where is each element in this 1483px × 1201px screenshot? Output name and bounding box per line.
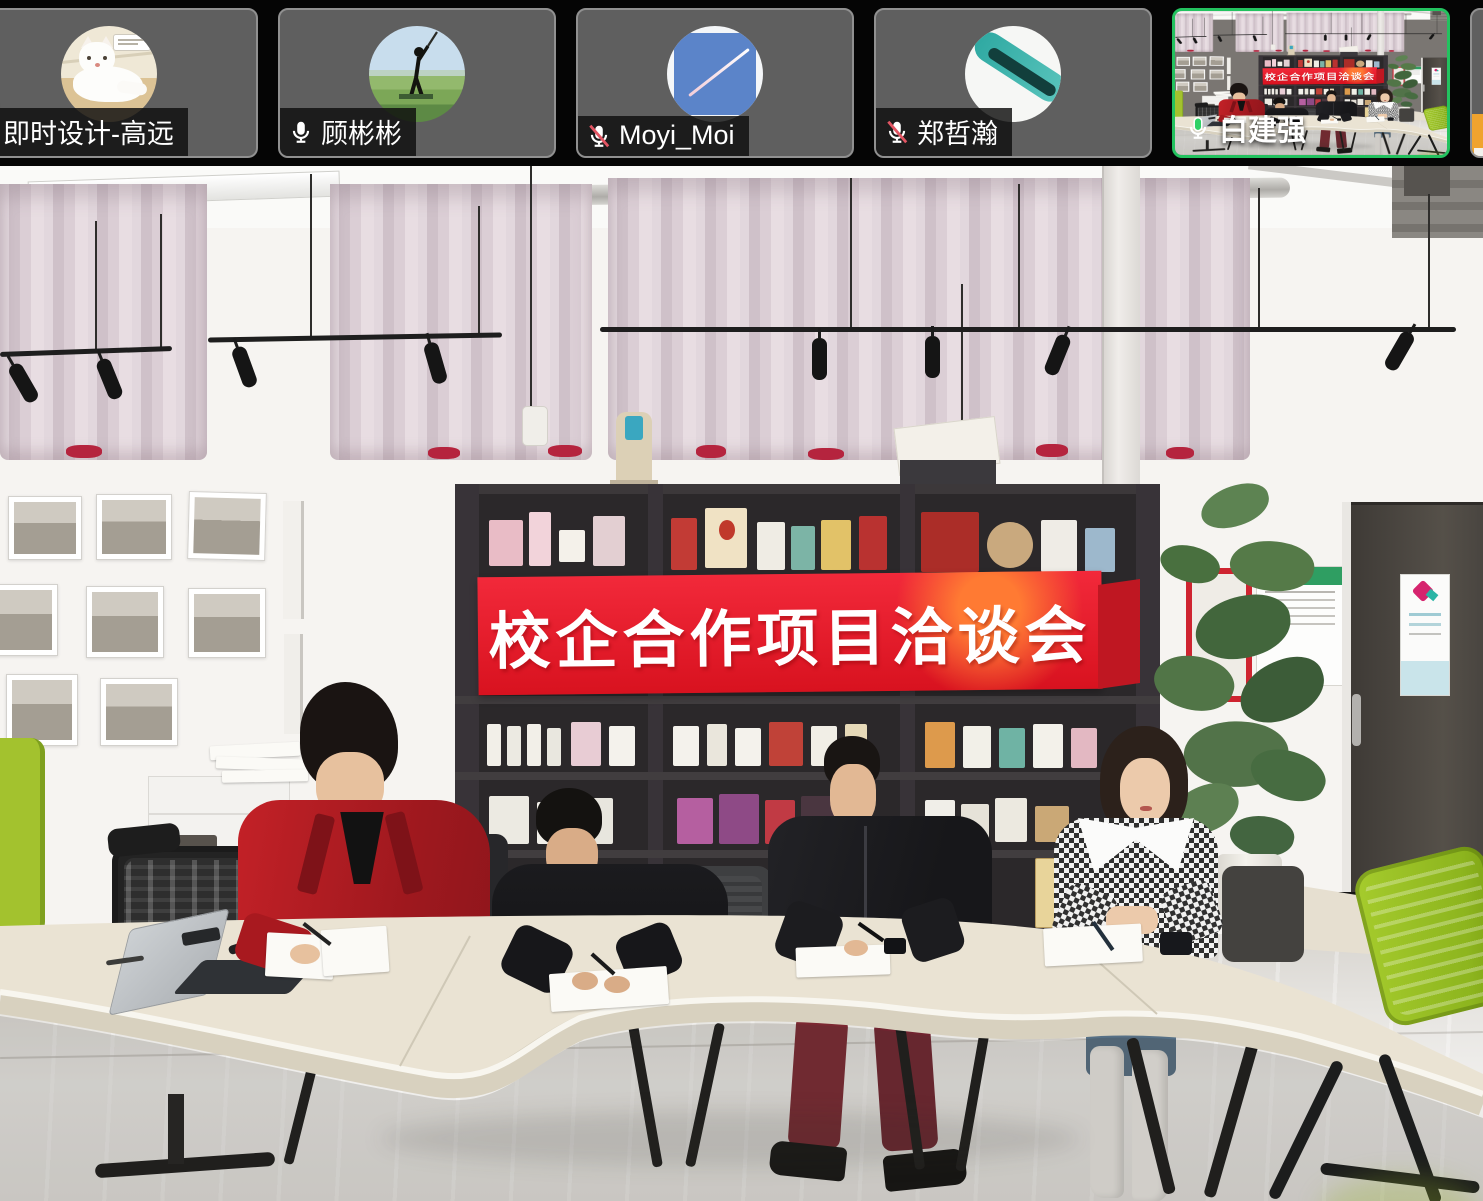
person-4-paper (1043, 923, 1143, 966)
participant-tile-6-partial[interactable] (1470, 8, 1483, 158)
participant-filmstrip: 刂中 即时设计-高远 (0, 0, 1483, 166)
person-4-phone (1160, 932, 1192, 955)
name-chip: 顾彬彬 (280, 108, 416, 156)
person-2-hand (604, 976, 630, 993)
mic-on-icon (288, 119, 314, 145)
mic-speaking-icon (1185, 115, 1211, 141)
person-2-hand (572, 972, 598, 990)
orange-avatar-partial (1472, 114, 1483, 158)
person-3-phone (884, 938, 906, 954)
participant-tile-5-active-speaker[interactable]: 校企合作项目洽谈会 (1172, 8, 1450, 158)
person-3-hand (844, 940, 868, 956)
participant-name: 白建强 (1219, 107, 1306, 149)
name-chip: Moyi_Moi (578, 116, 749, 156)
participant-name: 顾彬彬 (321, 112, 402, 151)
mic-muted-icon (884, 119, 910, 145)
participant-tile-4[interactable]: 郑哲瀚 (874, 8, 1152, 158)
floor-shadow (380, 1111, 1080, 1166)
name-overlay: 白建强 (1185, 107, 1306, 149)
name-chip: 郑哲瀚 (876, 108, 1012, 156)
participant-tile-1[interactable]: 刂中 即时设计-高远 (0, 8, 258, 158)
main-stage-video[interactable]: 校企合作项目洽谈会 (0, 166, 1483, 1201)
person-1-notebook (320, 926, 389, 976)
person-3-paper (796, 944, 891, 977)
blue-needle-avatar (667, 26, 763, 122)
participant-name: 郑哲瀚 (917, 112, 998, 151)
meeting-window: 校企合作项目洽谈会 (0, 0, 1483, 1201)
meeting-room-scene: 校企合作项目洽谈会 (0, 166, 1483, 1201)
participant-tile-2[interactable]: 顾彬彬 (278, 8, 556, 158)
participant-name: Moyi_Moi (619, 120, 735, 151)
participant-name: 即时设计-高远 (3, 112, 174, 151)
person-1-hand (290, 944, 320, 964)
conference-table (0, 166, 1483, 1201)
mic-muted-icon (586, 123, 612, 149)
participant-tile-3[interactable]: Moyi_Moi (576, 8, 854, 158)
name-chip: 即时设计-高远 (0, 108, 188, 156)
